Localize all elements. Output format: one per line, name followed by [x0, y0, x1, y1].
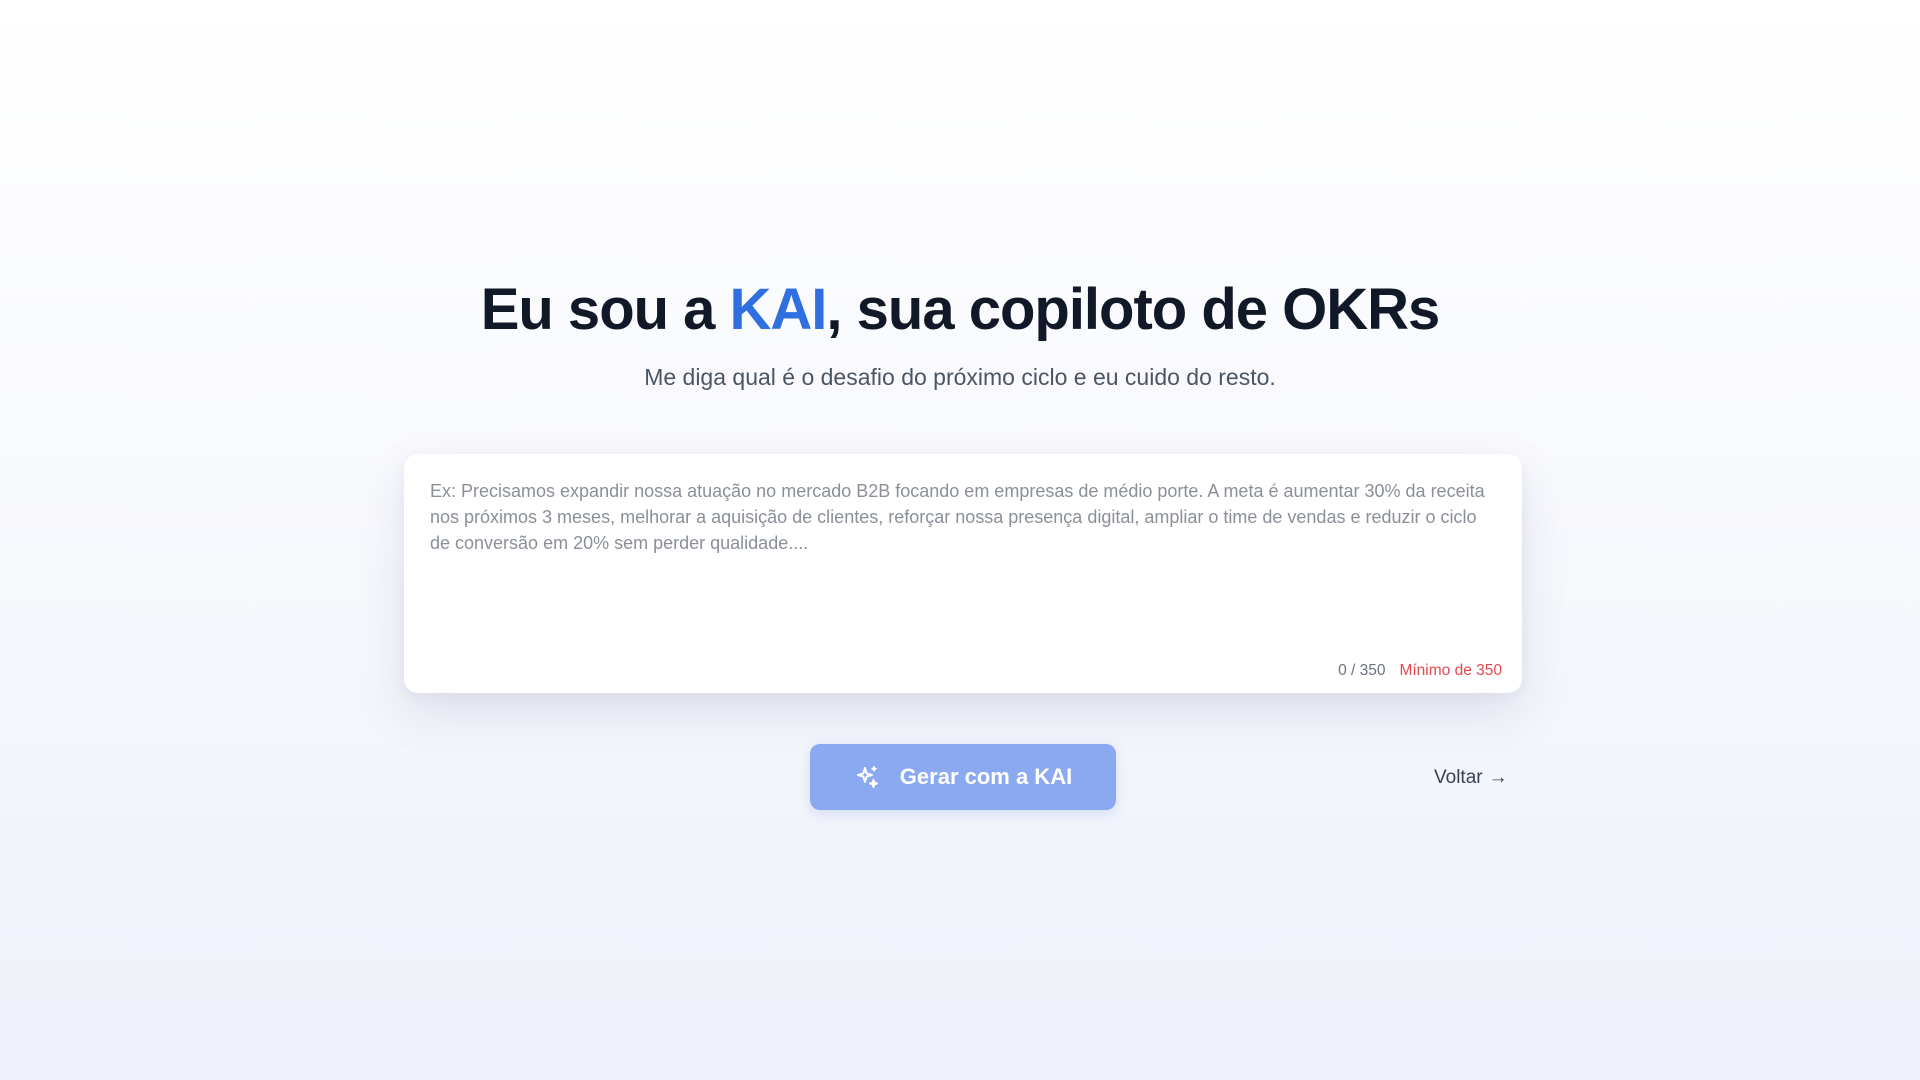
sparkles-icon [854, 764, 880, 790]
generate-with-kai-button[interactable]: Gerar com a KAI [810, 744, 1116, 810]
character-counter-row: 0 / 350 Mínimo de 350 [1338, 661, 1502, 681]
character-counter: 0 / 350 [1338, 662, 1386, 679]
title-brand-kai: KAI [729, 277, 828, 342]
back-link[interactable]: Voltar → [1434, 766, 1508, 790]
generate-button-label: Gerar com a KAI [899, 764, 1073, 789]
title-prefix: Eu sou a [480, 277, 730, 342]
arrow-right-icon: → [1488, 767, 1508, 788]
minimum-characters-warning: Mínimo de 350 [1399, 662, 1502, 679]
page-subtitle: Me diga qual é o desafio do próximo cicl… [644, 364, 1276, 390]
title-suffix: , sua copiloto de OKRs [826, 277, 1440, 342]
back-link-label: Voltar [1434, 767, 1483, 788]
page-title: Eu sou a KAI, sua copiloto de OKRs [0, 272, 1920, 348]
hero-section: Eu sou a KAI, sua copiloto de OKRs Me di… [0, 272, 1920, 392]
prompt-card: 0 / 350 Mínimo de 350 [404, 454, 1522, 693]
challenge-textarea[interactable] [430, 478, 1496, 628]
